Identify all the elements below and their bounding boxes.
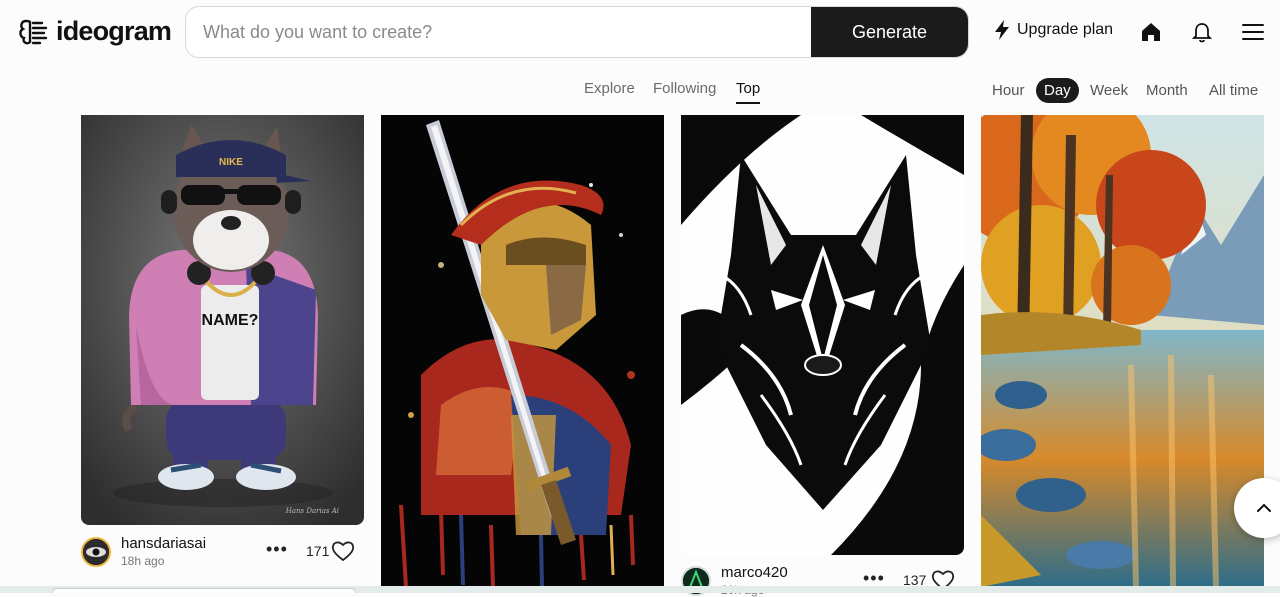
range-day[interactable]: Day (1036, 78, 1079, 103)
hoodie-print-text: NAME? (202, 312, 259, 329)
feed-filter-bar: Explore Following Top Hour Day Week Mont… (0, 78, 1280, 108)
hamburger-menu-icon (1242, 24, 1264, 40)
menu-button[interactable] (1239, 18, 1267, 46)
top-bar: ideogram Generate Upgrade plan (0, 0, 1280, 66)
wolf-image (681, 115, 964, 555)
post-time: 18h ago (121, 554, 165, 568)
image-card-pitbull[interactable]: NAME? NIKE Hans Darias Ai (81, 115, 364, 525)
card-meta-pitbull: hansdariasai 18h ago ••• 171 (81, 535, 364, 568)
tab-following[interactable]: Following (653, 80, 716, 97)
chevron-up-icon (1257, 503, 1271, 512)
home-button[interactable] (1137, 18, 1165, 46)
signature-text: Hans Darias Ai (285, 507, 339, 515)
username[interactable]: hansdariasai (121, 535, 206, 552)
spartan-image (381, 115, 664, 587)
home-icon (1142, 23, 1160, 41)
heart-icon[interactable] (331, 540, 355, 562)
range-hour[interactable]: Hour (992, 78, 1025, 103)
tab-explore[interactable]: Explore (584, 80, 635, 97)
brand-name: ideogram (56, 16, 172, 46)
range-all-time[interactable]: All time (1209, 78, 1258, 103)
image-card-wolf[interactable] (681, 115, 964, 555)
range-week[interactable]: Week (1090, 78, 1128, 103)
like-count: 171 (306, 543, 330, 559)
ideogram-logo-icon (19, 19, 48, 44)
prompt-box: Generate (185, 6, 969, 58)
tab-top[interactable]: Top (736, 80, 761, 104)
generate-button[interactable]: Generate (811, 7, 968, 57)
next-row-card[interactable] (52, 588, 356, 593)
autumn-lake-image (981, 115, 1264, 587)
image-card-spartan[interactable] (381, 115, 664, 587)
logo[interactable]: ideogram (18, 16, 172, 47)
prompt-input[interactable] (186, 7, 812, 57)
pitbull-image: NAME? NIKE Hans Darias Ai (81, 115, 364, 525)
notifications-button[interactable] (1188, 18, 1216, 46)
avatar[interactable] (81, 536, 111, 567)
more-options-icon[interactable]: ••• (266, 539, 288, 560)
lightning-icon (995, 20, 1009, 40)
username[interactable]: marco420 (721, 564, 788, 581)
card-author: hansdariasai 18h ago (121, 535, 206, 568)
user-avatar-icon (83, 538, 109, 565)
upgrade-plan-link[interactable]: Upgrade plan (993, 19, 1113, 41)
cap-logo-text: NIKE (219, 157, 243, 168)
image-card-autumn-lake[interactable] (981, 115, 1264, 587)
range-month[interactable]: Month (1146, 78, 1188, 103)
bell-icon (1191, 23, 1213, 43)
upgrade-label: Upgrade plan (1017, 21, 1114, 38)
